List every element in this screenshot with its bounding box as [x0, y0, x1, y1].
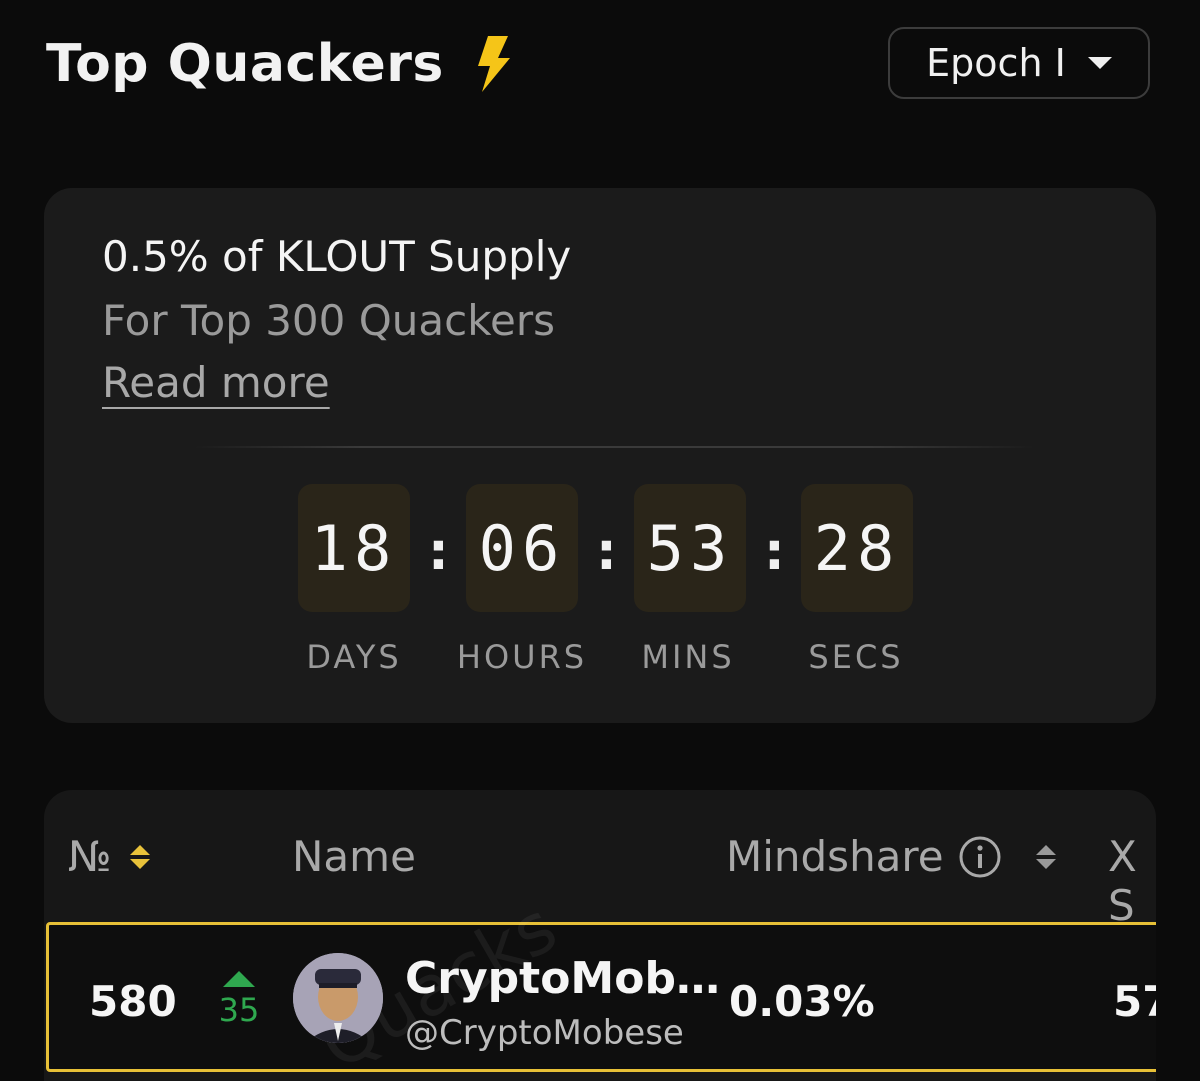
rank-change-value: 35: [218, 991, 260, 1029]
countdown-hours: 06: [466, 484, 578, 612]
mindshare-header[interactable]: Mindshare: [726, 832, 1056, 881]
rank-change: 35: [217, 971, 261, 1029]
mindshare-header-label: Mindshare: [726, 832, 944, 881]
colon-separator: :: [596, 522, 617, 582]
name-header: Name: [292, 832, 416, 881]
rank-header[interactable]: №: [68, 832, 150, 881]
name-header-label: Name: [292, 832, 416, 881]
read-more-link[interactable]: Read more: [102, 358, 330, 407]
label-mins: MINS: [641, 638, 735, 676]
colon-separator: :: [764, 522, 785, 582]
leaderboard-table: № Name Mindshare X S Quacks 580 35 Crypt…: [44, 790, 1156, 1081]
rank-value: 580: [89, 977, 177, 1026]
label-secs: SECS: [808, 638, 904, 676]
chevron-down-icon: [1087, 57, 1112, 69]
label-hours: HOURS: [456, 638, 588, 676]
user-name[interactable]: CryptoMob…: [405, 953, 720, 1004]
table-row[interactable]: Quacks 580 35 CryptoMob… @CryptoMobese 0…: [46, 886, 1156, 1081]
page-title-text: Top Quackers: [46, 34, 444, 94]
epoch-label: Epoch I: [926, 41, 1066, 85]
countdown-mins: 53: [634, 484, 746, 612]
supply-text: 0.5% of KLOUT Supply: [102, 232, 572, 281]
mindshare-value: 0.03%: [729, 977, 875, 1026]
subtitle-text: For Top 300 Quackers: [102, 296, 556, 345]
x-header-label: X S: [1108, 832, 1137, 930]
avatar[interactable]: [293, 953, 383, 1043]
divider: [194, 446, 1034, 448]
sort-icon[interactable]: [1035, 844, 1056, 869]
arrow-up-icon: [223, 971, 255, 987]
info-icon[interactable]: [958, 835, 1002, 879]
rank-header-label: №: [68, 832, 112, 881]
x-header[interactable]: X S: [1108, 832, 1156, 930]
reward-card: 0.5% of KLOUT Supply For Top 300 Quacker…: [44, 188, 1156, 723]
countdown-days: 18: [298, 484, 410, 612]
colon-separator: :: [428, 522, 449, 582]
sort-icon[interactable]: [129, 844, 150, 869]
user-handle: @CryptoMobese: [405, 1013, 684, 1053]
lightning-icon: [472, 34, 512, 94]
epoch-dropdown[interactable]: Epoch I: [888, 27, 1150, 99]
label-days: DAYS: [306, 638, 402, 676]
countdown-secs: 28: [801, 484, 913, 612]
x-value: 57: [1113, 977, 1156, 1026]
page-title: Top Quackers: [46, 34, 512, 94]
